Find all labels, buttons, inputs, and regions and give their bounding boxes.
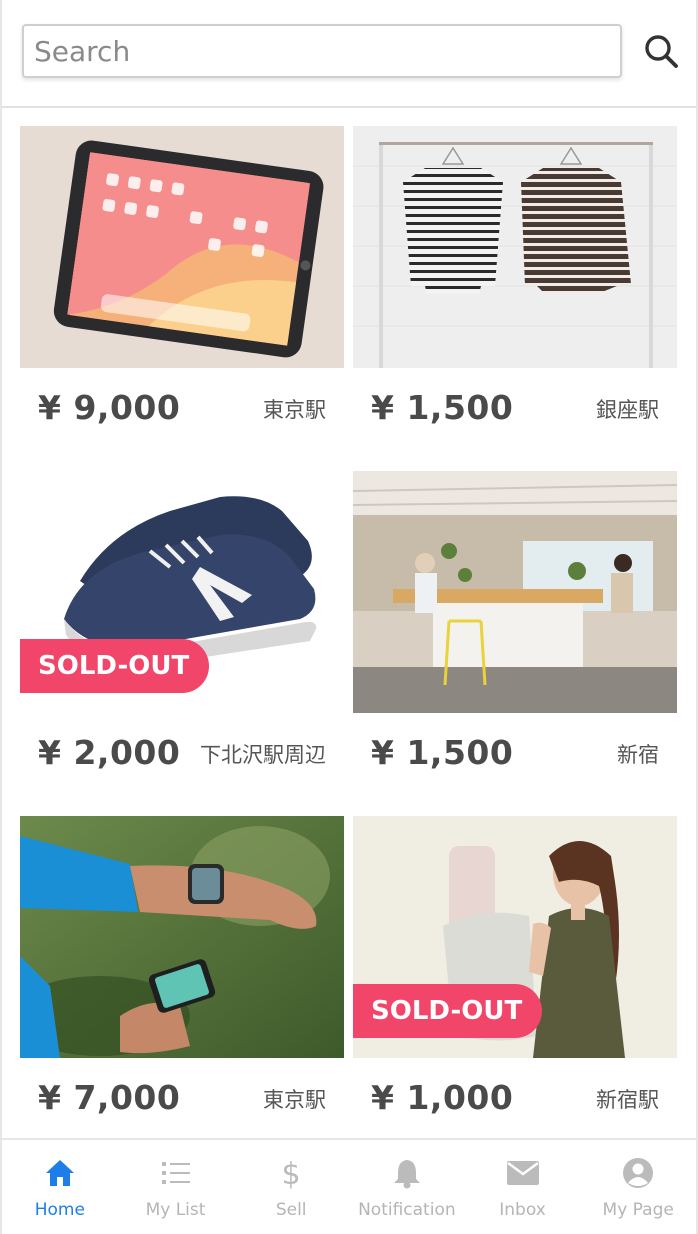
tab-label: Inbox bbox=[499, 1200, 546, 1220]
office-space-photo bbox=[353, 471, 677, 713]
listing-card[interactable]: ¥ 7,000 東京駅 bbox=[20, 816, 344, 1146]
search-icon bbox=[645, 35, 678, 68]
listing-card[interactable]: ¥ 9,000 東京駅 bbox=[20, 126, 344, 456]
listing-card[interactable]: ¥ 1,500 銀座駅 bbox=[353, 126, 677, 456]
mail-icon bbox=[506, 1161, 539, 1185]
backpack-model-photo: SOLD-OUT bbox=[353, 816, 677, 1058]
tab-label: Sell bbox=[275, 1200, 307, 1220]
listing-location: 新宿 bbox=[617, 743, 659, 767]
tab-home[interactable]: Home bbox=[2, 1140, 118, 1234]
smartwatch-photo bbox=[20, 816, 344, 1058]
listing-location: 銀座駅 bbox=[596, 398, 659, 422]
tab-label: My Page bbox=[602, 1200, 674, 1220]
listing-price: ¥ 7,000 bbox=[38, 1078, 181, 1117]
sold-out-badge: SOLD-OUT bbox=[353, 984, 543, 1038]
listing-card[interactable]: ¥ 1,500 新宿 bbox=[353, 471, 677, 801]
bell-icon bbox=[393, 1160, 420, 1189]
search-button[interactable] bbox=[638, 28, 684, 74]
bottom-tab-bar: Home My List $ Sell Notification Inbox M… bbox=[2, 1138, 696, 1234]
tablet-photo bbox=[20, 126, 344, 368]
listing-location: 東京駅 bbox=[263, 1088, 326, 1112]
sold-out-badge: SOLD-OUT bbox=[20, 639, 210, 693]
listing-card[interactable]: SOLD-OUT ¥ 2,000 下北沢駅周辺 bbox=[20, 471, 344, 801]
sneakers-photo: SOLD-OUT bbox=[20, 471, 344, 713]
tab-inbox[interactable]: Inbox bbox=[465, 1140, 581, 1234]
listing-location: 新宿駅 bbox=[596, 1088, 659, 1112]
tab-label: Home bbox=[34, 1200, 85, 1220]
search-field bbox=[22, 24, 622, 78]
striped-shirts-photo bbox=[353, 126, 677, 368]
dollar-icon: $ bbox=[282, 1157, 301, 1190]
search-input[interactable] bbox=[24, 26, 620, 76]
listing-price: ¥ 9,000 bbox=[38, 388, 181, 427]
listing-price: ¥ 1,000 bbox=[371, 1078, 514, 1117]
listing-location: 下北沢駅周辺 bbox=[200, 743, 326, 767]
listing-location: 東京駅 bbox=[263, 398, 326, 422]
tab-label: My List bbox=[145, 1200, 206, 1220]
user-icon bbox=[623, 1158, 654, 1188]
listing-price: ¥ 1,500 bbox=[371, 388, 514, 427]
listing-price: ¥ 2,000 bbox=[38, 733, 181, 772]
listing-card[interactable]: SOLD-OUT ¥ 1,000 新宿駅 bbox=[353, 816, 677, 1146]
list-icon bbox=[161, 1162, 190, 1184]
svg-text:$: $ bbox=[282, 1157, 301, 1190]
tab-label: Notification bbox=[358, 1200, 456, 1220]
tab-notification[interactable]: Notification bbox=[349, 1140, 465, 1234]
tab-sell[interactable]: $ Sell bbox=[233, 1140, 349, 1234]
search-bar bbox=[2, 0, 696, 108]
listing-price: ¥ 1,500 bbox=[371, 733, 514, 772]
tab-my-page[interactable]: My Page bbox=[580, 1140, 696, 1234]
tab-my-list[interactable]: My List bbox=[118, 1140, 234, 1234]
home-icon bbox=[45, 1160, 74, 1186]
